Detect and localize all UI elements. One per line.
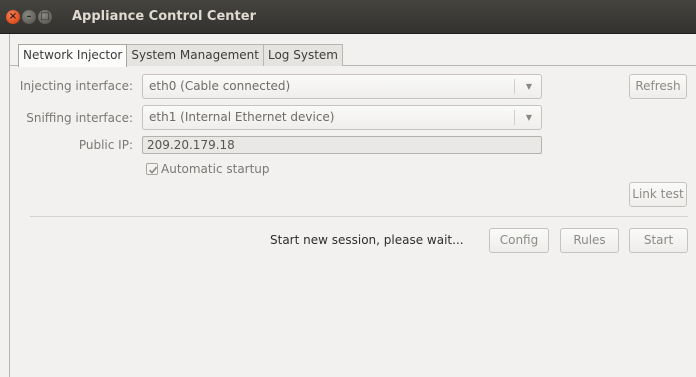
combo-separator xyxy=(514,110,515,125)
public-ip-label: Public IP: xyxy=(78,138,133,152)
tab-log-system[interactable]: Log System xyxy=(262,44,343,66)
link-test-button[interactable]: Link test xyxy=(629,182,687,207)
tab-bar: Network Injector System Management Log S… xyxy=(18,44,343,67)
chevron-down-icon: ▼ xyxy=(525,82,532,91)
title-bar: × – □ Appliance Control Center xyxy=(0,0,696,34)
status-message: Start new session, please wait... xyxy=(270,233,464,247)
sniffing-interface-select[interactable]: eth1 (Internal Ethernet device) ▼ xyxy=(142,105,542,130)
automatic-startup-checkbox[interactable]: Automatic startup xyxy=(146,162,270,176)
public-ip-value: 209.20.179.18 xyxy=(147,138,235,152)
rules-button[interactable]: Rules xyxy=(560,228,619,253)
sniffing-interface-label: Sniffing interface: xyxy=(26,111,133,125)
tab-system-management[interactable]: System Management xyxy=(126,44,264,66)
injecting-interface-select[interactable]: eth0 (Cable connected) ▼ xyxy=(142,74,542,99)
public-ip-field[interactable]: 209.20.179.18 xyxy=(142,136,542,154)
injecting-interface-value: eth0 (Cable connected) xyxy=(149,79,291,93)
injecting-interface-label: Injecting interface: xyxy=(19,79,133,93)
minimize-icon: – xyxy=(26,11,32,22)
checkbox-box xyxy=(146,163,158,175)
tab-network-injector[interactable]: Network Injector xyxy=(18,44,128,67)
chevron-down-icon: ▼ xyxy=(525,113,532,122)
check-icon xyxy=(148,166,158,174)
config-button[interactable]: Config xyxy=(489,228,549,253)
start-button[interactable]: Start xyxy=(629,228,688,253)
close-window-button[interactable]: × xyxy=(6,10,20,24)
close-icon: × xyxy=(8,11,18,22)
section-divider xyxy=(30,216,688,217)
refresh-button[interactable]: Refresh xyxy=(629,74,687,99)
maximize-icon: □ xyxy=(40,11,50,22)
combo-separator xyxy=(514,79,515,94)
sniffing-interface-value: eth1 (Internal Ethernet device) xyxy=(149,110,335,124)
automatic-startup-label: Automatic startup xyxy=(161,162,270,176)
maximize-window-button[interactable]: □ xyxy=(38,10,52,24)
minimize-window-button[interactable]: – xyxy=(22,10,36,24)
window-title: Appliance Control Center xyxy=(72,9,256,24)
